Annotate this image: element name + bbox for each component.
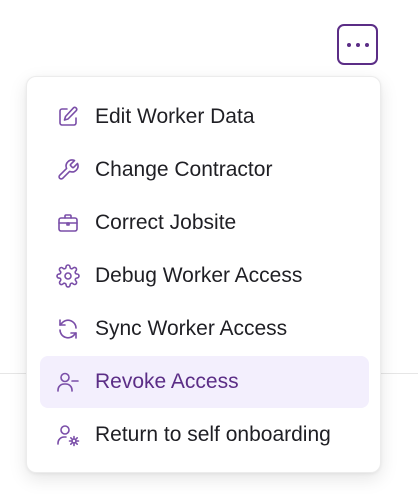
sync-icon [55, 316, 81, 342]
ellipsis-icon [346, 42, 351, 47]
menu-item-label: Revoke Access [95, 370, 239, 393]
menu-item-revoke-access[interactable]: Revoke Access [40, 356, 369, 408]
more-options-button[interactable] [337, 24, 378, 65]
briefcase-icon [55, 210, 81, 236]
menu-item-debug-worker-access[interactable]: Debug Worker Access [40, 250, 369, 302]
menu-item-edit-worker-data[interactable]: Edit Worker Data [40, 91, 369, 143]
menu-item-label: Return to self onboarding [95, 423, 331, 446]
menu-item-label: Correct Jobsite [95, 211, 237, 234]
gear-icon [55, 263, 81, 289]
wrench-icon [55, 157, 81, 183]
menu-item-change-contractor[interactable]: Change Contractor [40, 144, 369, 196]
actions-dropdown-menu: Edit Worker Data Change Contractor Corre… [26, 76, 381, 473]
user-minus-icon [55, 369, 81, 395]
menu-item-correct-jobsite[interactable]: Correct Jobsite [40, 197, 369, 249]
menu-item-label: Change Contractor [95, 158, 273, 181]
edit-icon [55, 104, 81, 130]
menu-item-return-to-self-onboarding[interactable]: Return to self onboarding [40, 409, 369, 461]
menu-item-label: Edit Worker Data [95, 105, 255, 128]
menu-item-sync-worker-access[interactable]: Sync Worker Access [40, 303, 369, 355]
ellipsis-icon-dot-3 [364, 42, 369, 47]
user-gear-icon [55, 422, 81, 448]
ellipsis-icon-dot-2 [355, 42, 360, 47]
menu-item-label: Debug Worker Access [95, 264, 303, 287]
menu-item-label: Sync Worker Access [95, 317, 288, 340]
page: Edit Worker Data Change Contractor Corre… [0, 0, 418, 494]
